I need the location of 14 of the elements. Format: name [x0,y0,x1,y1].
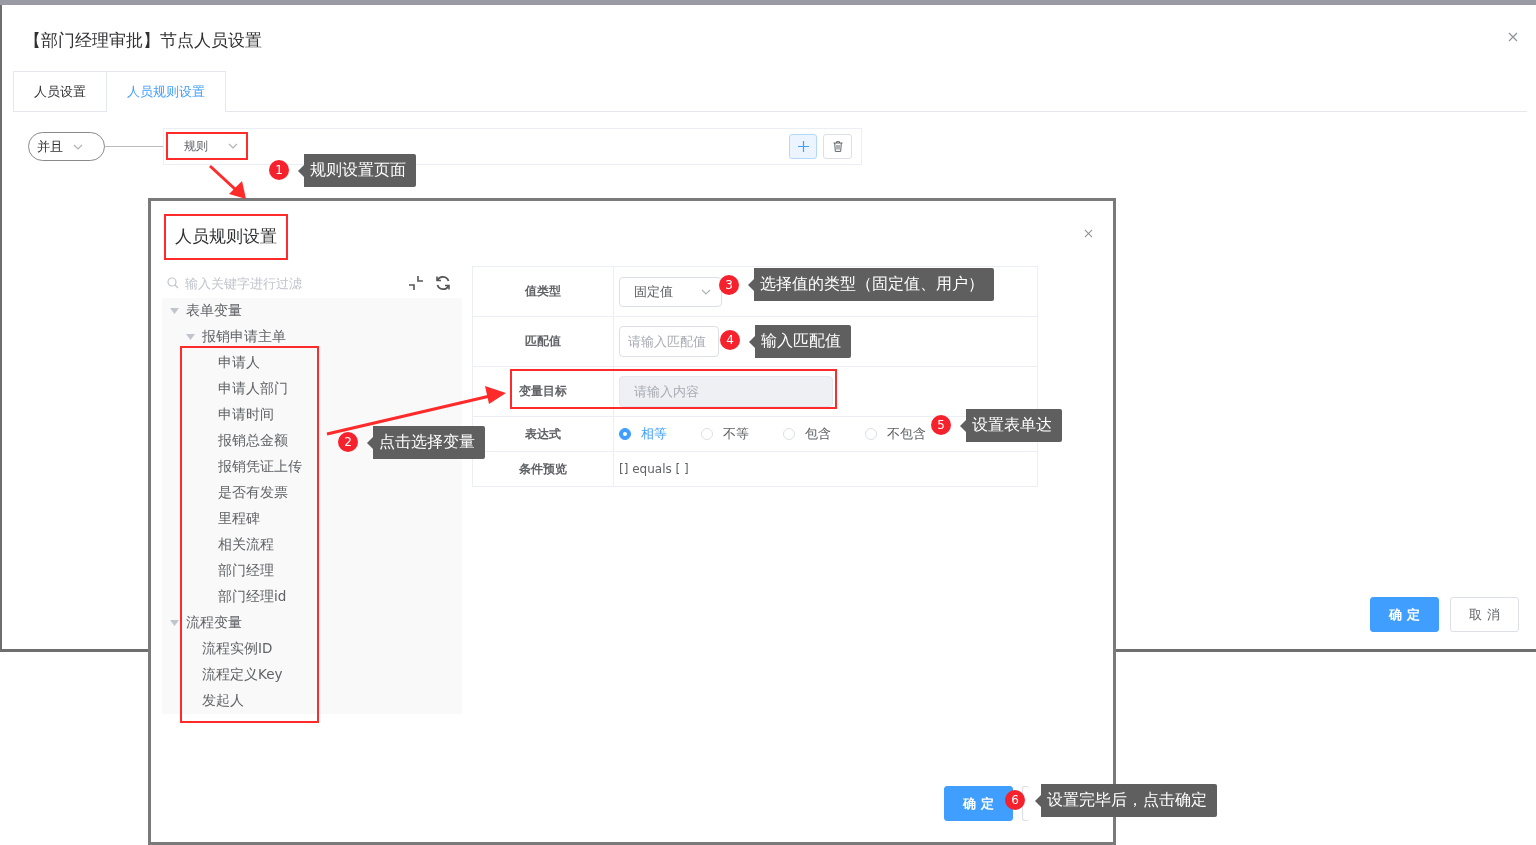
dialog-title: 人员规则设置 [175,226,277,246]
field-label: 匹配值 [525,333,561,350]
field-label: 值类型 [525,283,561,300]
field-label: 变量目标 [519,383,567,400]
field-label: 表达式 [525,425,561,443]
callout-label: 设置完毕后，点击确定 [1035,784,1217,817]
callout-label: 点击选择变量 [367,426,485,459]
callout-label: 输入匹配值 [749,325,851,358]
condition-preview: [] equals [ ] [619,462,689,476]
callout-label: 选择值的类型（固定值、用户） [748,268,994,301]
callout-label: 设置表单达 [960,409,1062,442]
dialog-title: 【部门经理审批】节点人员设置 [24,29,262,52]
field-label: 条件预览 [519,460,567,478]
callout-label: 规则设置页面 [298,154,416,187]
